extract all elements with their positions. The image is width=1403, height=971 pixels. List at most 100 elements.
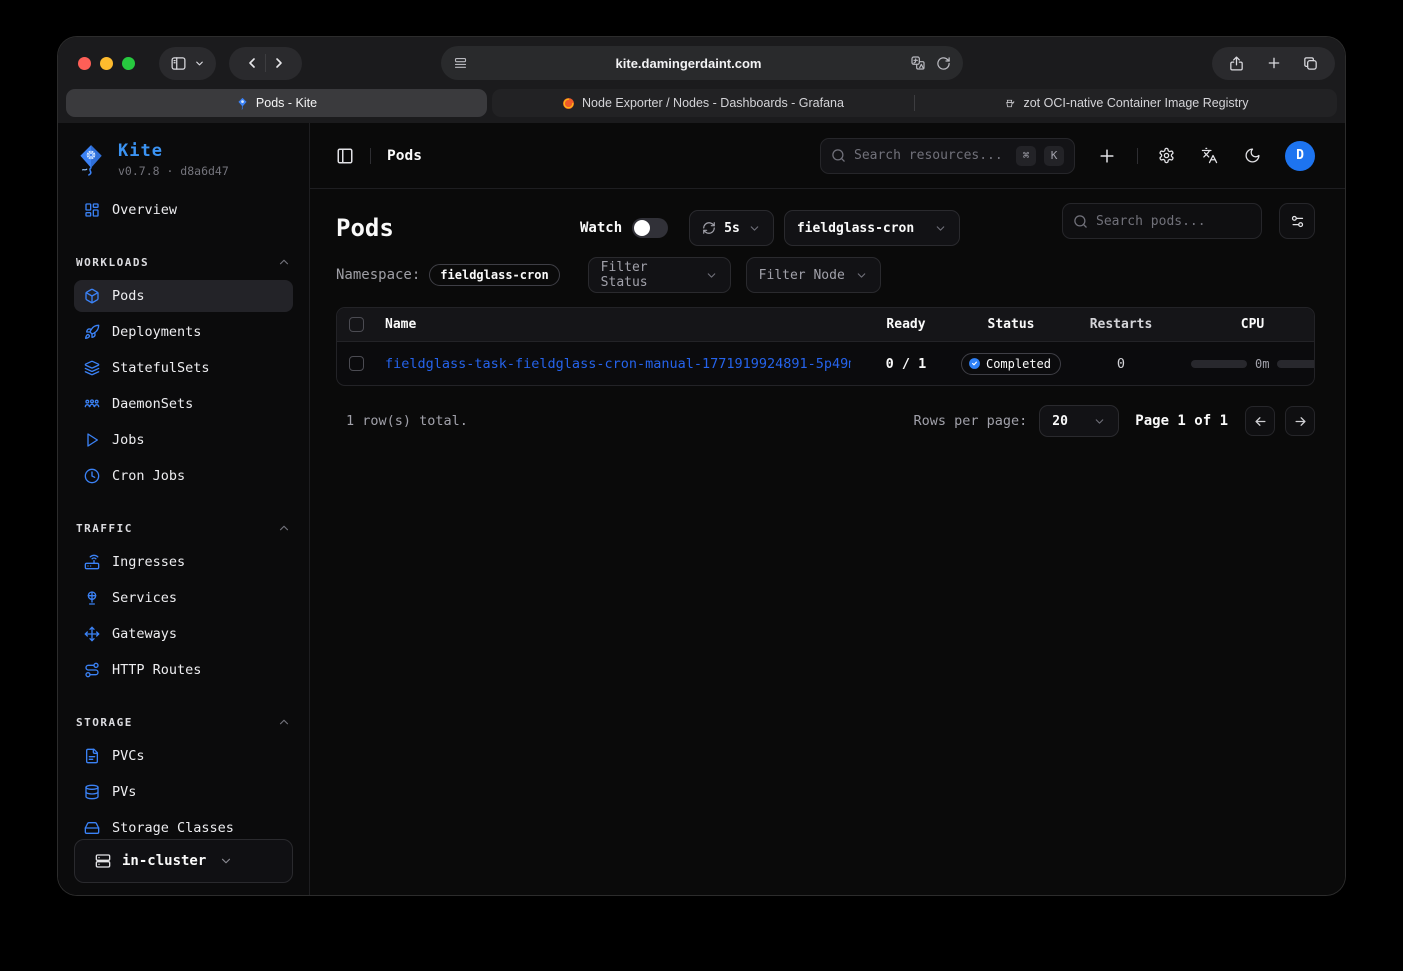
sidebar-item-gateways[interactable]: Gateways (74, 618, 293, 650)
app-logo[interactable]: Kite v0.7.8 · d8a6d47 (74, 141, 293, 178)
memory-meter (1277, 360, 1314, 368)
kite-app: Kite v0.7.8 · d8a6d47 Overview WORKLOADS (58, 123, 1345, 896)
column-settings-button[interactable] (1279, 203, 1315, 239)
database-icon (84, 784, 100, 800)
column-header-restarts[interactable]: Restarts (1061, 317, 1181, 332)
kbd-k: K (1044, 146, 1064, 166)
background-tabs: Node Exporter / Nodes - Dashboards - Gra… (492, 89, 1337, 117)
settings-button[interactable] (1158, 147, 1175, 164)
sidebar-item-ingresses[interactable]: Ingresses (74, 546, 293, 578)
filter-status-select[interactable]: Filter Status (588, 257, 731, 293)
rows-per-page-select[interactable]: 20 (1039, 405, 1119, 437)
sidebar-item-pvcs[interactable]: PVCs (74, 740, 293, 772)
refresh-interval-select[interactable]: 5s (689, 210, 774, 246)
refresh-value: 5s (724, 221, 740, 236)
pods-search-input[interactable] (1096, 214, 1251, 229)
back-button[interactable] (239, 47, 265, 80)
rows-total: 1 row(s) total. (336, 413, 468, 429)
sidebar-collapse-toggle[interactable] (336, 147, 354, 165)
filter-node-label: Filter Node (759, 268, 845, 283)
table-row[interactable]: fieldglass-task-fieldglass-cron-manual-1… (337, 342, 1314, 385)
select-all-checkbox[interactable] (349, 317, 364, 332)
new-tab-button[interactable] (1255, 47, 1292, 80)
forward-button[interactable] (266, 47, 292, 80)
next-page-button[interactable] (1285, 406, 1315, 436)
panel-sidebar-icon (170, 55, 187, 72)
share-button[interactable] (1218, 47, 1255, 80)
pod-cpu-cell: 0m (1181, 357, 1314, 371)
sidebar: Kite v0.7.8 · d8a6d47 Overview WORKLOADS (58, 123, 310, 896)
translate-icon[interactable] (910, 55, 926, 71)
sidebar-item-pvs[interactable]: PVs (74, 776, 293, 808)
filter-status-label: Filter Status (601, 260, 697, 290)
namespace-label: Namespace: (336, 267, 420, 283)
column-header-name[interactable]: Name (373, 317, 851, 332)
pods-table: Name Ready Status Restarts CPU fieldglas… (336, 307, 1315, 386)
namespace-select[interactable]: fieldglass-cron (784, 210, 960, 246)
reload-icon[interactable] (936, 56, 951, 71)
column-header-status[interactable]: Status (961, 317, 1061, 332)
global-search-input[interactable] (854, 148, 1008, 163)
watch-toggle[interactable] (632, 218, 668, 238)
route-icon (84, 662, 100, 678)
sidebar-item-cronjobs[interactable]: Cron Jobs (74, 460, 293, 492)
section-traffic[interactable]: TRAFFIC (74, 520, 293, 536)
close-window-button[interactable] (78, 57, 91, 70)
app-name: Kite (118, 141, 229, 161)
sidebar-item-label: HTTP Routes (112, 662, 201, 678)
cpu-meter (1191, 360, 1247, 368)
tab-zot[interactable]: zot OCI-native Container Image Registry (915, 89, 1337, 117)
section-label: TRAFFIC (76, 522, 133, 535)
rocket-icon (84, 324, 100, 340)
hard-drive-icon (84, 820, 100, 836)
sidebar-item-pods[interactable]: Pods (74, 280, 293, 312)
language-button[interactable] (1201, 147, 1218, 164)
tab-overview-button[interactable] (1292, 47, 1329, 80)
column-header-cpu[interactable]: CPU (1181, 317, 1314, 332)
address-bar[interactable]: kite.damingerdaint.com (441, 46, 963, 80)
browser-sidebar-toggle[interactable] (159, 47, 216, 80)
sidebar-item-overview[interactable]: Overview (74, 194, 293, 226)
pods-search[interactable] (1062, 203, 1262, 239)
page-title: Pods (336, 214, 580, 242)
sidebar-item-deployments[interactable]: Deployments (74, 316, 293, 348)
rows-per-page-label: Rows per page: (913, 413, 1027, 429)
main-panel: Pods ⌘ K (310, 123, 1345, 896)
column-header-ready[interactable]: Ready (851, 317, 961, 332)
avatar[interactable]: D (1285, 141, 1315, 171)
chevron-down-icon (855, 269, 868, 282)
create-resource-button[interactable] (1097, 146, 1117, 166)
chevron-down-icon (194, 58, 205, 69)
tab-label: zot OCI-native Container Image Registry (1023, 96, 1248, 110)
theme-toggle-button[interactable] (1244, 147, 1261, 164)
tab-bar: Pods - Kite Node Exporter / Nodes - Dash… (58, 89, 1345, 123)
sidebar-item-httproutes[interactable]: HTTP Routes (74, 654, 293, 686)
tab-pods-kite[interactable]: Pods - Kite (66, 89, 487, 117)
sidebar-item-statefulsets[interactable]: StatefulSets (74, 352, 293, 384)
previous-page-button[interactable] (1245, 406, 1275, 436)
section-storage[interactable]: STORAGE (74, 714, 293, 730)
check-circle-icon (968, 357, 981, 370)
tab-grafana[interactable]: Node Exporter / Nodes - Dashboards - Gra… (492, 89, 914, 117)
sidebar-item-jobs[interactable]: Jobs (74, 424, 293, 456)
history-nav (229, 47, 302, 80)
search-icon (1073, 214, 1088, 229)
section-workloads[interactable]: WORKLOADS (74, 254, 293, 270)
reader-icon[interactable] (453, 56, 468, 71)
table-header-row: Name Ready Status Restarts CPU (337, 308, 1314, 342)
zoom-window-button[interactable] (122, 57, 135, 70)
divider (370, 148, 371, 164)
dashboard-icon (84, 202, 100, 218)
grafana-favicon (562, 97, 575, 110)
minimize-window-button[interactable] (100, 57, 113, 70)
sidebar-item-daemonsets[interactable]: DaemonSets (74, 388, 293, 420)
traffic-lights (78, 57, 135, 70)
global-search[interactable]: ⌘ K (820, 138, 1075, 174)
pod-name-link[interactable]: fieldglass-task-fieldglass-cron-manual-1… (385, 356, 851, 372)
namespace-badge: fieldglass-cron (429, 264, 559, 286)
filter-node-select[interactable]: Filter Node (746, 257, 881, 293)
cluster-selector[interactable]: in-cluster (74, 839, 293, 883)
sidebar-item-services[interactable]: Services (74, 582, 293, 614)
cluster-name: in-cluster (122, 853, 206, 869)
row-checkbox[interactable] (349, 356, 364, 371)
